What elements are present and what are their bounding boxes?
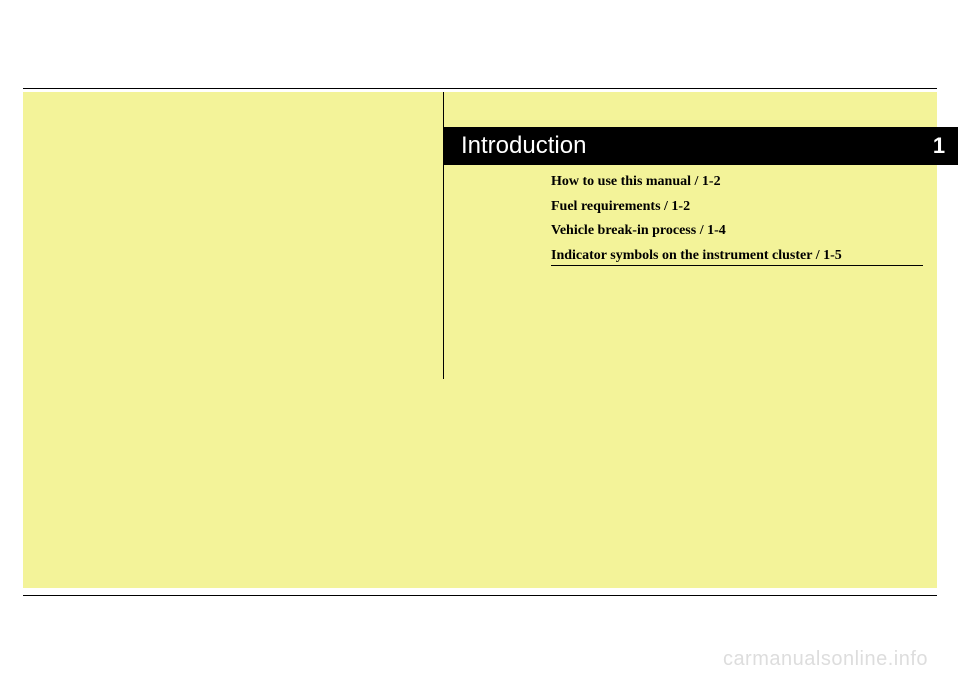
- chapter-header: Introduction 1: [443, 127, 958, 165]
- page-container: Introduction 1 How to use this manual / …: [23, 88, 937, 596]
- toc-item: How to use this manual / 1-2: [551, 172, 923, 192]
- chapter-title: Introduction: [461, 132, 586, 160]
- watermark: carmanualsonline.info: [723, 648, 928, 671]
- toc-item: Indicator symbols on the instrument clus…: [551, 246, 923, 266]
- toc-container: How to use this manual / 1-2 Fuel requir…: [551, 172, 923, 270]
- toc-item: Vehicle break-in process / 1-4: [551, 221, 923, 241]
- content-panel: [23, 92, 937, 588]
- toc-underline: [551, 265, 923, 266]
- chapter-number: 1: [933, 133, 945, 159]
- chapter-number-box: 1: [920, 127, 958, 165]
- toc-item: Fuel requirements / 1-2: [551, 197, 923, 217]
